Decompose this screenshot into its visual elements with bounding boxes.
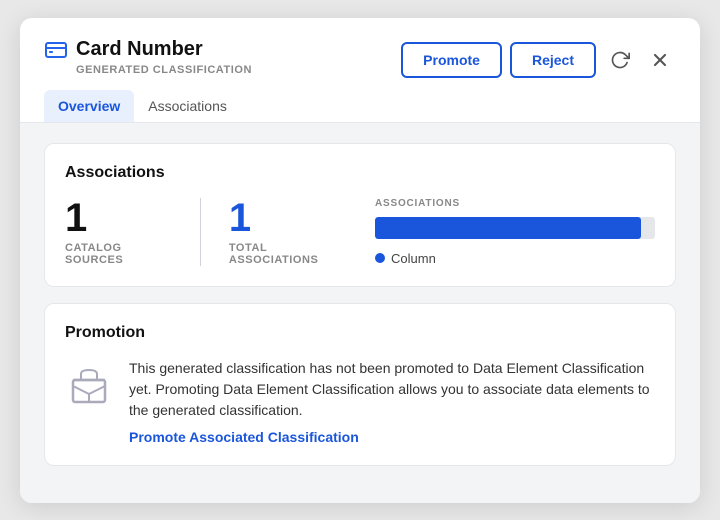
header-left: Card Number GENERATED CLASSIFICATION <box>44 38 252 76</box>
promotion-icon <box>65 362 113 410</box>
promotion-content: This generated classification has not be… <box>65 358 655 445</box>
stat-divider <box>200 198 201 266</box>
associations-card: Associations 1 CATALOG SOURCES 1 TOTAL A… <box>44 143 676 287</box>
associations-stats: 1 CATALOG SOURCES 1 TOTAL ASSOCIATIONS A… <box>65 198 655 266</box>
promotion-text-block: This generated classification has not be… <box>129 358 655 445</box>
catalog-sources-stat: 1 CATALOG SOURCES <box>65 198 200 266</box>
bar-background <box>375 217 655 239</box>
generated-classification-subtitle: GENERATED CLASSIFICATION <box>76 64 252 76</box>
promotion-card: Promotion This generated classification … <box>44 303 676 466</box>
bar-row <box>375 217 655 239</box>
promote-associated-classification-link[interactable]: Promote Associated Classification <box>129 429 655 445</box>
header-actions: Promote Reject <box>401 42 676 78</box>
associations-chart: ASSOCIATIONS Column <box>375 198 655 266</box>
total-associations-label: TOTAL ASSOCIATIONS <box>229 242 347 266</box>
total-associations-number: 1 <box>229 198 251 238</box>
close-button[interactable] <box>644 44 676 76</box>
tab-overview[interactable]: Overview <box>44 90 134 122</box>
tabs-container: Overview Associations <box>20 78 700 123</box>
promote-button[interactable]: Promote <box>401 42 502 78</box>
card-icon <box>44 38 68 62</box>
legend-dot <box>375 253 385 263</box>
refresh-icon <box>610 50 630 70</box>
modal-body: Associations 1 CATALOG SOURCES 1 TOTAL A… <box>20 123 700 503</box>
promotion-description: This generated classification has not be… <box>129 358 655 421</box>
bar-fill <box>375 217 641 239</box>
associations-title: Associations <box>65 164 655 182</box>
box-icon <box>65 362 113 410</box>
modal-container: Card Number GENERATED CLASSIFICATION Pro… <box>20 18 700 503</box>
legend-label: Column <box>391 251 436 266</box>
close-icon <box>650 50 670 70</box>
total-associations-stat: 1 TOTAL ASSOCIATIONS <box>229 198 375 266</box>
promotion-title: Promotion <box>65 324 655 342</box>
modal-title: Card Number <box>76 38 203 61</box>
refresh-button[interactable] <box>604 44 636 76</box>
title-row: Card Number <box>44 38 252 62</box>
legend-row: Column <box>375 251 655 266</box>
catalog-sources-label: CATALOG SOURCES <box>65 242 172 266</box>
tab-associations[interactable]: Associations <box>134 90 241 122</box>
modal-header: Card Number GENERATED CLASSIFICATION Pro… <box>20 18 700 78</box>
catalog-sources-number: 1 <box>65 198 87 238</box>
reject-button[interactable]: Reject <box>510 42 596 78</box>
chart-label: ASSOCIATIONS <box>375 198 655 209</box>
